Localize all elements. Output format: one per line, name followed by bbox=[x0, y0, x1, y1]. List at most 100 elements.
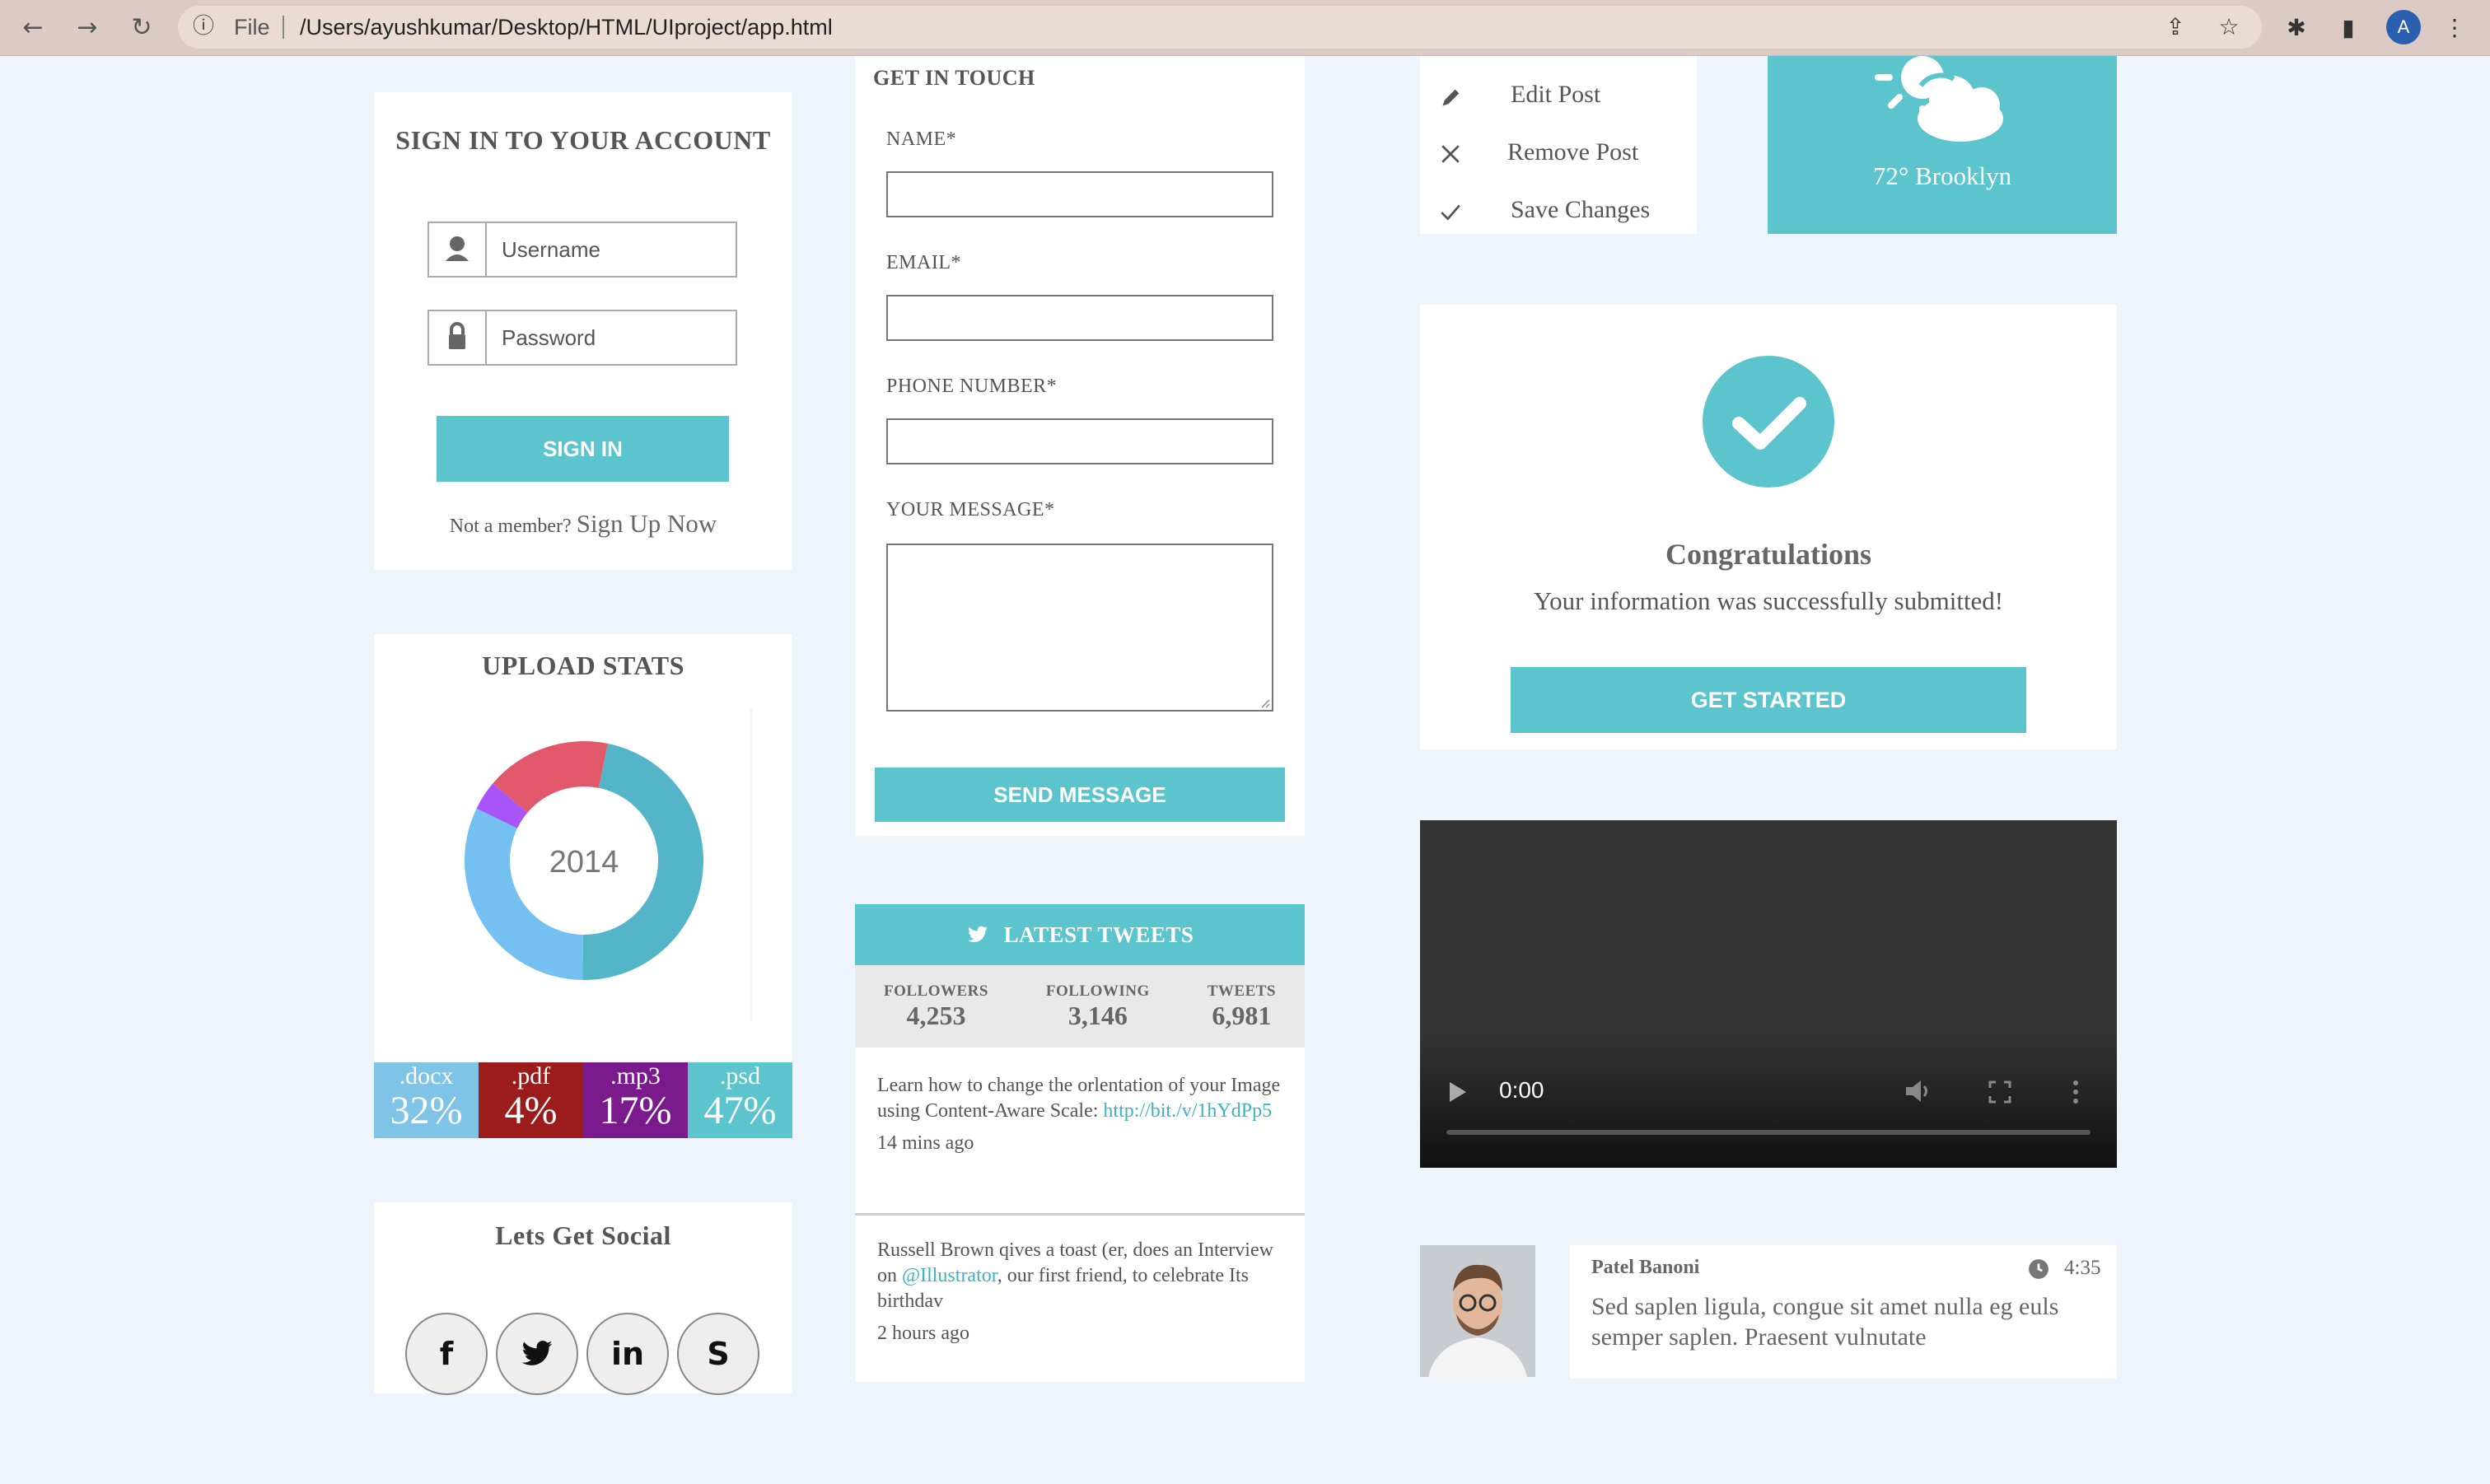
stat-pct: 32% bbox=[390, 1089, 463, 1132]
address-bar[interactable]: ⓘ File /Users/ayushkumar/Desktop/HTML/UI… bbox=[178, 6, 2262, 49]
tweet-item: Russell Brown qives a toast (er, does an… bbox=[877, 1238, 1281, 1346]
tweet-item: Learn how to change the orlentation of y… bbox=[877, 1073, 1281, 1156]
avatar bbox=[1420, 1245, 1535, 1377]
stat-psd: .psd 47% bbox=[688, 1062, 792, 1138]
facebook-button[interactable]: f bbox=[405, 1313, 488, 1395]
tweets-header: LATEST TWEETS bbox=[855, 904, 1305, 965]
contact-title: GET IN TOUCH bbox=[873, 66, 1035, 90]
stat-label: FOLLOWERS bbox=[883, 982, 988, 1000]
comment-card: Patel Banoni 4:35 Sed saplen ligula, con… bbox=[1570, 1245, 2117, 1379]
stat-ext: .mp3 bbox=[610, 1062, 661, 1090]
video-progress-bar[interactable] bbox=[1446, 1130, 2091, 1135]
contact-card: GET IN TOUCH NAME* EMAIL* PHONE NUMBER* … bbox=[855, 56, 1305, 836]
stat-ext: .docx bbox=[399, 1062, 454, 1090]
password-input[interactable]: Password bbox=[427, 310, 737, 366]
user-icon-box bbox=[429, 223, 487, 276]
signin-button[interactable]: SIGN IN bbox=[437, 416, 729, 482]
tweet-time: 14 mins ago bbox=[877, 1132, 974, 1154]
send-message-button[interactable]: SEND MESSAGE bbox=[875, 768, 1285, 822]
kebab-menu-icon[interactable]: ⋮ bbox=[2438, 12, 2471, 44]
not-member-text: Not a member? bbox=[449, 516, 572, 537]
stat-value: 3,146 bbox=[1067, 1000, 1128, 1030]
tweets-stat: TWEETS 6,981 bbox=[1208, 982, 1276, 1031]
url-text[interactable]: /Users/ayushkumar/Desktop/HTML/UIproject… bbox=[300, 6, 833, 49]
bookmark-star-icon[interactable]: ☆ bbox=[2212, 11, 2245, 44]
weather-text: 72° Brooklyn bbox=[1872, 161, 2012, 190]
tweet-link[interactable]: http://bit./v/1hYdPp5 bbox=[1103, 1100, 1272, 1122]
share-icon[interactable]: ⇪ bbox=[2159, 11, 2192, 44]
menu-item-edit-post[interactable]: Edit Post bbox=[1420, 72, 1697, 122]
phone-field[interactable] bbox=[886, 418, 1273, 464]
video-more-icon[interactable] bbox=[2071, 1079, 2081, 1105]
lock-icon-box bbox=[429, 311, 487, 364]
url-separator bbox=[283, 16, 284, 39]
menu-item-label: Remove Post bbox=[1507, 138, 1639, 166]
divider bbox=[750, 708, 752, 1021]
username-input[interactable]: Username bbox=[427, 222, 737, 278]
tweet-divider bbox=[855, 1213, 1305, 1216]
person-photo bbox=[1420, 1245, 1535, 1377]
message-label: YOUR MESSAGE* bbox=[886, 499, 1055, 520]
linkedin-button[interactable]: in bbox=[586, 1313, 669, 1395]
stat-mp3: .mp3 17% bbox=[583, 1062, 688, 1138]
congrats-card: Congratulations Your information was suc… bbox=[1420, 305, 2117, 749]
play-icon[interactable] bbox=[1448, 1080, 1468, 1104]
resize-grip-icon[interactable] bbox=[1257, 695, 1270, 708]
followers-stat: FOLLOWERS 4,253 bbox=[884, 982, 988, 1031]
pencil-icon bbox=[1442, 89, 1460, 106]
name-label: NAME* bbox=[886, 128, 957, 150]
menu-item-remove-post[interactable]: Remove Post bbox=[1420, 130, 1697, 180]
menu-item-label: Edit Post bbox=[1511, 81, 1601, 108]
name-field[interactable] bbox=[886, 171, 1273, 217]
menu-item-save-changes[interactable]: Save Changes bbox=[1420, 188, 1697, 237]
username-placeholder: Username bbox=[502, 237, 600, 262]
stat-value: 6,981 bbox=[1212, 1000, 1272, 1030]
forward-arrow-icon[interactable]: → bbox=[69, 10, 105, 46]
stat-pdf: .pdf 4% bbox=[479, 1062, 583, 1138]
tweets-header-label: LATEST TWEETS bbox=[1003, 922, 1194, 947]
social-card: Lets Get Social f in S bbox=[374, 1202, 792, 1395]
signup-link[interactable]: Sign Up Now bbox=[577, 509, 717, 538]
twitter-icon bbox=[521, 1341, 553, 1365]
extensions-puzzle-icon[interactable]: ✱ bbox=[2280, 12, 2313, 44]
password-placeholder: Password bbox=[502, 325, 596, 350]
congrats-message: Your information was successfully submit… bbox=[1533, 586, 2004, 615]
twitter-button[interactable] bbox=[496, 1313, 578, 1395]
profile-avatar[interactable]: A bbox=[2386, 10, 2421, 44]
donut-center-label: 2014 bbox=[549, 845, 619, 880]
stat-pct: 4% bbox=[504, 1089, 558, 1132]
signin-title: SIGN IN TO YOUR ACCOUNT bbox=[395, 125, 771, 155]
info-icon[interactable]: ⓘ bbox=[193, 12, 221, 40]
check-icon bbox=[1441, 204, 1460, 221]
tweets-card: LATEST TWEETS FOLLOWERS 4,253 FOLLOWING … bbox=[855, 904, 1305, 1382]
back-arrow-icon[interactable]: ← bbox=[15, 10, 51, 46]
volume-icon[interactable] bbox=[1904, 1079, 1932, 1104]
stat-pct: 47% bbox=[703, 1089, 777, 1132]
reload-icon[interactable]: ↻ bbox=[124, 10, 160, 46]
message-textarea[interactable] bbox=[886, 544, 1273, 712]
upload-stats-bar: .docx 32% .pdf 4% .mp3 17% .psd 47% bbox=[374, 1062, 792, 1138]
social-title: Lets Get Social bbox=[495, 1220, 671, 1250]
video-player[interactable]: 0:00 bbox=[1420, 820, 2117, 1168]
email-field[interactable] bbox=[886, 295, 1273, 341]
facebook-icon: f bbox=[439, 1336, 454, 1372]
tweet-stats: FOLLOWERS 4,253 FOLLOWING 3,146 TWEETS 6… bbox=[855, 965, 1305, 1048]
linkedin-icon: in bbox=[610, 1336, 645, 1372]
post-menu: Edit Post Remove Post Save Changes bbox=[1420, 56, 1697, 234]
email-label: EMAIL* bbox=[886, 252, 961, 273]
fullscreen-icon[interactable] bbox=[1988, 1080, 2011, 1104]
skype-button[interactable]: S bbox=[677, 1313, 759, 1395]
stat-docx: .docx 32% bbox=[374, 1062, 479, 1138]
side-panel-icon[interactable]: ▮ bbox=[2332, 12, 2365, 44]
stat-label: FOLLOWING bbox=[1045, 982, 1150, 1000]
upload-stats-card: UPLOAD STATS 2014 bbox=[374, 634, 792, 1062]
stat-ext: .psd bbox=[719, 1062, 761, 1090]
check-circle-icon bbox=[1703, 356, 1834, 488]
tweet-mention[interactable]: @Illustrator bbox=[902, 1265, 997, 1286]
weather-card: 72° Brooklyn bbox=[1768, 56, 2117, 234]
tweet-text: Russell Brown qives a toast (er, does an… bbox=[877, 1238, 1281, 1314]
twitter-bird-icon bbox=[967, 926, 988, 942]
signup-prompt: Not a member? Sign Up Now bbox=[374, 509, 792, 539]
get-started-button[interactable]: GET STARTED bbox=[1511, 667, 2026, 733]
phone-label: PHONE NUMBER* bbox=[886, 376, 1058, 397]
